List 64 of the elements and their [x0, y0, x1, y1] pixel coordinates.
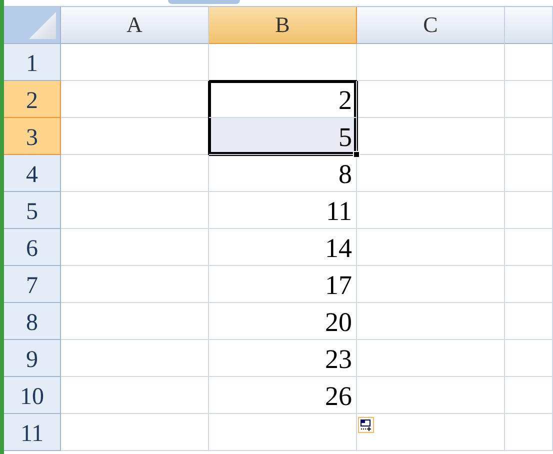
table-cell[interactable]	[505, 414, 553, 451]
table-cell[interactable]: 11	[209, 192, 357, 229]
triangle-icon	[29, 12, 56, 39]
select-all-button[interactable]	[4, 7, 61, 44]
table-cell[interactable]	[61, 340, 209, 377]
table-cell[interactable]	[357, 118, 505, 155]
table-cell[interactable]	[505, 266, 553, 303]
table-cell[interactable]	[505, 81, 553, 118]
table-cell[interactable]	[357, 229, 505, 266]
table-cell[interactable]	[61, 81, 209, 118]
table-cell[interactable]	[505, 155, 553, 192]
table-cell[interactable]	[505, 303, 553, 340]
table-cell[interactable]	[357, 340, 505, 377]
table-cell[interactable]	[209, 414, 357, 451]
table-cell[interactable]	[357, 192, 505, 229]
column-header[interactable]: B	[209, 7, 357, 44]
table-cell[interactable]	[357, 81, 505, 118]
table-cell[interactable]	[61, 377, 209, 414]
row-header[interactable]: 3	[4, 118, 61, 155]
table-cell[interactable]	[357, 155, 505, 192]
table-cell[interactable]	[61, 303, 209, 340]
row-header[interactable]: 2	[4, 81, 61, 118]
row-header[interactable]: 9	[4, 340, 61, 377]
table-cell[interactable]: 14	[209, 229, 357, 266]
table-cell[interactable]	[505, 229, 553, 266]
table-cell[interactable]	[357, 414, 505, 451]
table-cell[interactable]	[357, 303, 505, 340]
table-cell[interactable]	[505, 192, 553, 229]
table-cell[interactable]: 20	[209, 303, 357, 340]
row-header[interactable]: 6	[4, 229, 61, 266]
auto-fill-options-icon[interactable]	[358, 417, 374, 433]
splitter-handle[interactable]	[168, 0, 240, 4]
table-cell[interactable]: 2	[209, 81, 357, 118]
row-header[interactable]: 4	[4, 155, 61, 192]
table-cell[interactable]	[61, 44, 209, 81]
table-cell[interactable]	[61, 155, 209, 192]
table-cell[interactable]	[357, 266, 505, 303]
table-cell[interactable]	[61, 118, 209, 155]
column-header[interactable]: C	[357, 7, 505, 44]
table-cell[interactable]	[61, 414, 209, 451]
table-cell[interactable]: 17	[209, 266, 357, 303]
fill-handle[interactable]	[353, 151, 360, 158]
table-cell[interactable]	[505, 44, 553, 81]
row-header[interactable]: 1	[4, 44, 61, 81]
table-cell[interactable]: 23	[209, 340, 357, 377]
table-cell[interactable]	[357, 377, 505, 414]
table-cell[interactable]	[505, 340, 553, 377]
table-cell[interactable]	[61, 266, 209, 303]
row-header[interactable]: 10	[4, 377, 61, 414]
table-cell[interactable]: 5	[209, 118, 357, 155]
row-header[interactable]: 11	[4, 414, 61, 451]
column-header[interactable]	[505, 7, 553, 44]
table-cell[interactable]	[505, 118, 553, 155]
table-cell[interactable]: 26	[209, 377, 357, 414]
row-header[interactable]: 8	[4, 303, 61, 340]
table-cell[interactable]	[357, 44, 505, 81]
table-cell[interactable]	[61, 192, 209, 229]
table-cell[interactable]	[61, 229, 209, 266]
table-cell[interactable]	[505, 377, 553, 414]
column-header[interactable]: A	[61, 7, 209, 44]
table-cell[interactable]: 8	[209, 155, 357, 192]
table-cell[interactable]	[209, 44, 357, 81]
row-header[interactable]: 5	[4, 192, 61, 229]
row-header[interactable]: 7	[4, 266, 61, 303]
